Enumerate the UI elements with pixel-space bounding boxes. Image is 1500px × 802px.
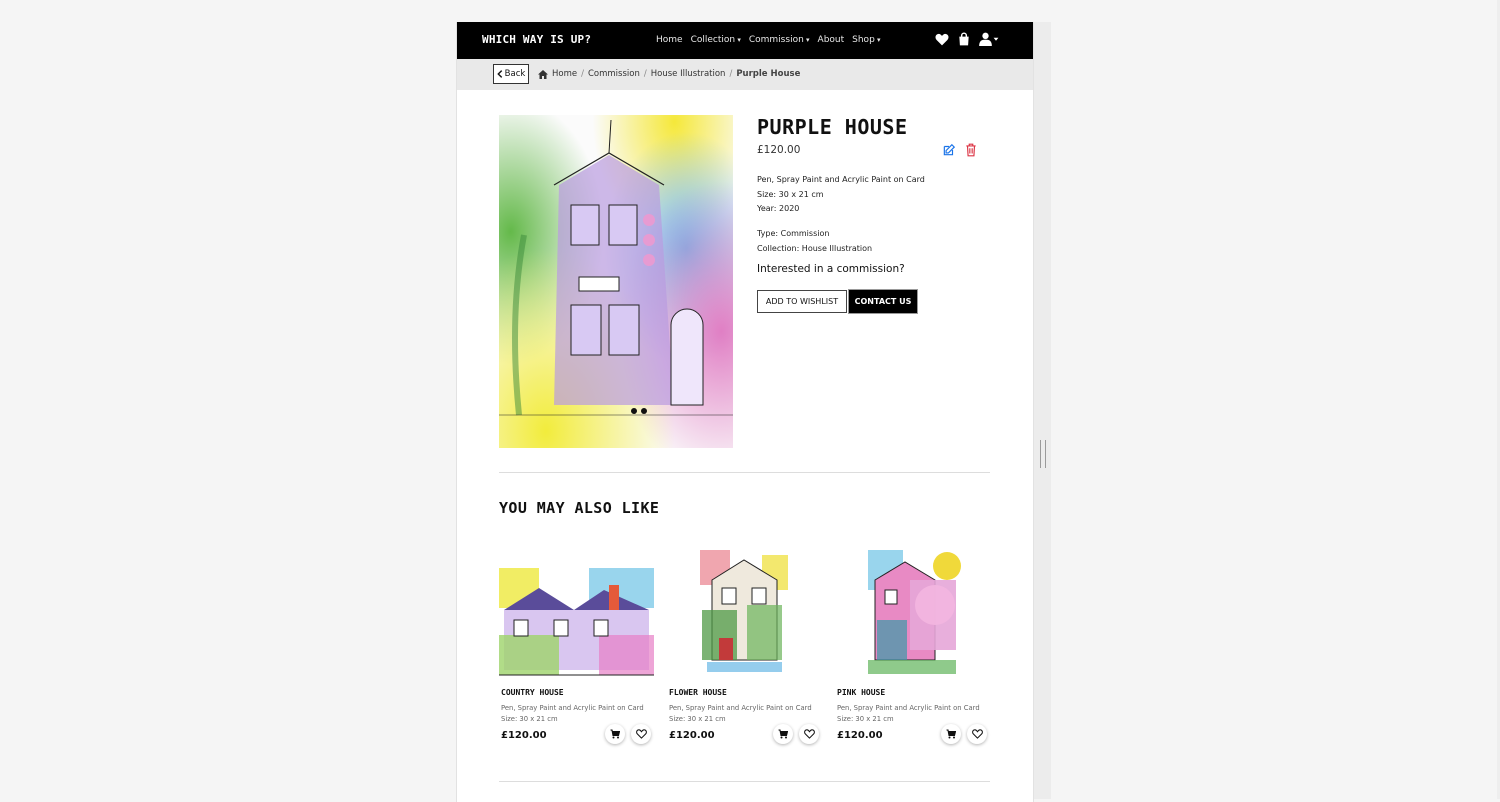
breadcrumb: Home / Commission / House Illustration /… bbox=[538, 69, 800, 79]
heart-outline-icon bbox=[803, 729, 815, 739]
breadcrumb-house-illustration[interactable]: House Illustration bbox=[651, 69, 726, 79]
contact-us-button[interactable]: Contact Us bbox=[848, 289, 918, 314]
product-collection: Collection: House Illustration bbox=[757, 243, 873, 253]
trash-icon[interactable] bbox=[965, 142, 977, 161]
nav-collection-dropdown[interactable]: Collection bbox=[691, 35, 741, 45]
product-type: Type: Commission bbox=[757, 229, 830, 238]
card-price: £120.00 bbox=[669, 730, 715, 741]
nav-shop-dropdown[interactable]: Shop bbox=[852, 35, 880, 45]
card-medium: Pen, Spray Paint and Acrylic Paint on Ca… bbox=[501, 704, 644, 712]
breadcrumb-separator: / bbox=[581, 69, 584, 79]
shopping-bag-icon[interactable] bbox=[958, 32, 970, 46]
product-card[interactable]: Flower House Pen, Spray Paint and Acryli… bbox=[667, 550, 827, 780]
product-thumbnail[interactable] bbox=[835, 550, 995, 680]
product-size: Size: 30 x 21 cm bbox=[757, 189, 824, 199]
nav-commission-dropdown[interactable]: Commission bbox=[749, 35, 810, 45]
page-container: Which Way Is Up? Home Collection Commiss… bbox=[456, 22, 1034, 802]
scrollbar-thumb[interactable] bbox=[1040, 440, 1046, 468]
also-like-heading: You may also like bbox=[499, 499, 660, 517]
breadcrumb-separator: / bbox=[729, 69, 733, 79]
product-title: Purple House bbox=[757, 115, 908, 139]
navbar: Which Way Is Up? Home Collection Commiss… bbox=[457, 22, 1033, 59]
heart-outline-icon bbox=[971, 729, 983, 739]
card-size: Size: 30 x 21 cm bbox=[501, 715, 558, 723]
product-thumbnail[interactable] bbox=[667, 550, 827, 680]
heart-icon[interactable] bbox=[935, 33, 949, 46]
outer-scrollbar[interactable] bbox=[1033, 22, 1051, 799]
divider bbox=[499, 472, 990, 473]
user-icon[interactable] bbox=[979, 32, 999, 46]
add-to-cart-button[interactable] bbox=[773, 724, 793, 744]
card-size: Size: 30 x 21 cm bbox=[669, 715, 726, 723]
wishlist-button[interactable] bbox=[799, 724, 819, 744]
heart-outline-icon bbox=[635, 729, 647, 739]
card-medium: Pen, Spray Paint and Acrylic Paint on Ca… bbox=[837, 704, 980, 712]
add-to-wishlist-button[interactable]: Add to Wishlist bbox=[757, 290, 847, 313]
commission-prompt: Interested in a commission? bbox=[757, 263, 905, 275]
product-meta: Type: Commission Collection: House Illus… bbox=[757, 227, 872, 256]
brand-logo[interactable]: Which Way Is Up? bbox=[482, 33, 591, 46]
card-title[interactable]: Country House bbox=[501, 688, 564, 697]
breadcrumb-current: Purple House bbox=[736, 69, 801, 79]
product-image[interactable] bbox=[499, 115, 733, 448]
nav-home[interactable]: Home bbox=[656, 35, 683, 45]
card-price: £120.00 bbox=[837, 730, 883, 741]
wishlist-button[interactable] bbox=[967, 724, 987, 744]
cart-icon bbox=[778, 729, 788, 739]
nav-links: Home Collection Commission About Shop bbox=[656, 35, 881, 45]
card-medium: Pen, Spray Paint and Acrylic Paint on Ca… bbox=[669, 704, 812, 712]
nav-icons bbox=[935, 32, 999, 46]
product-thumbnail[interactable] bbox=[499, 550, 659, 680]
product-year: Year: 2020 bbox=[757, 204, 800, 213]
add-to-cart-button[interactable] bbox=[605, 724, 625, 744]
wishlist-button[interactable] bbox=[631, 724, 651, 744]
edit-icon[interactable] bbox=[942, 142, 956, 161]
product-medium: Pen, Spray Paint and Acrylic Paint on Ca… bbox=[757, 175, 925, 184]
home-icon bbox=[538, 69, 548, 79]
card-price: £120.00 bbox=[501, 730, 547, 741]
breadcrumb-separator: / bbox=[643, 69, 647, 79]
nav-about[interactable]: About bbox=[818, 35, 845, 45]
card-size: Size: 30 x 21 cm bbox=[837, 715, 894, 723]
card-title[interactable]: Flower House bbox=[669, 688, 727, 697]
back-label: Back bbox=[504, 69, 526, 79]
breadcrumb-home[interactable]: Home bbox=[552, 69, 577, 79]
product-card[interactable]: Pink House Pen, Spray Paint and Acrylic … bbox=[835, 550, 995, 780]
card-title[interactable]: Pink House bbox=[837, 688, 885, 697]
divider bbox=[499, 781, 990, 782]
cart-icon bbox=[946, 729, 956, 739]
add-to-cart-button[interactable] bbox=[941, 724, 961, 744]
back-button[interactable]: Back bbox=[493, 64, 529, 84]
product-details: Pen, Spray Paint and Acrylic Paint on Ca… bbox=[757, 173, 925, 217]
product-card[interactable]: Country House Pen, Spray Paint and Acryl… bbox=[499, 550, 659, 780]
card-description: Pen, Spray Paint and Acrylic Paint on Ca… bbox=[837, 703, 980, 725]
cart-icon bbox=[610, 729, 620, 739]
breadcrumb-bar: Back Home / Commission / House Illustrat… bbox=[457, 59, 1033, 90]
card-description: Pen, Spray Paint and Acrylic Paint on Ca… bbox=[669, 703, 812, 725]
product-price: £120.00 bbox=[757, 144, 801, 156]
card-description: Pen, Spray Paint and Acrylic Paint on Ca… bbox=[501, 703, 644, 725]
chevron-left-icon bbox=[496, 70, 502, 78]
breadcrumb-commission[interactable]: Commission bbox=[588, 69, 640, 79]
chevron-down-icon bbox=[993, 37, 999, 41]
